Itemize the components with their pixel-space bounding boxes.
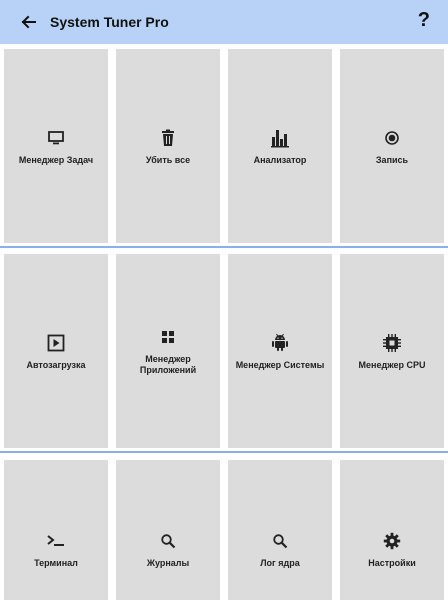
tile-row-1: Менеджер Задач Убить все Анализатор Запи… bbox=[0, 44, 448, 246]
app-title: System Tuner Pro bbox=[50, 14, 169, 30]
tile-label: Менеджер Задач bbox=[18, 154, 94, 165]
tile-label: Менеджер Системы bbox=[235, 359, 325, 370]
tile-app-manager[interactable]: Менеджер Приложений bbox=[116, 254, 220, 448]
record-icon bbox=[381, 127, 403, 149]
tile-cpu-manager[interactable]: Менеджер CPU bbox=[340, 254, 444, 448]
app-bar: System Tuner Pro ? bbox=[0, 0, 448, 44]
help-button[interactable]: ? bbox=[418, 9, 430, 32]
search-icon bbox=[269, 530, 291, 552]
cpu-chip-icon bbox=[381, 332, 403, 354]
tile-label: Журналы bbox=[146, 558, 190, 568]
tile-autostart[interactable]: Автозагрузка bbox=[4, 254, 108, 448]
arrow-left-icon bbox=[21, 15, 36, 29]
tile-row-2: Автозагрузка Менеджер Приложений Менедже… bbox=[0, 248, 448, 451]
tile-label: Убить все bbox=[145, 154, 191, 165]
tile-task-manager[interactable]: Менеджер Задач bbox=[4, 49, 108, 243]
bar-chart-icon bbox=[269, 127, 291, 149]
tile-settings[interactable]: Настройки bbox=[340, 460, 444, 600]
tile-record[interactable]: Запись bbox=[340, 49, 444, 243]
play-box-icon bbox=[45, 332, 67, 354]
tile-label: Настройки bbox=[368, 558, 416, 568]
tile-label: Лог ядра bbox=[260, 558, 300, 568]
tile-row-3: Терминал Журналы Лог ядра Настройки bbox=[0, 453, 448, 600]
android-icon bbox=[269, 332, 291, 354]
trash-icon bbox=[157, 127, 179, 149]
tile-system-manager[interactable]: Менеджер Системы bbox=[228, 254, 332, 448]
back-button[interactable] bbox=[14, 8, 42, 36]
monitor-icon bbox=[45, 127, 67, 149]
tile-logs[interactable]: Журналы bbox=[116, 460, 220, 600]
tile-label: Менеджер CPU bbox=[358, 359, 426, 370]
tile-kernel-log[interactable]: Лог ядра bbox=[228, 460, 332, 600]
tile-terminal[interactable]: Терминал bbox=[4, 460, 108, 600]
apps-grid-icon bbox=[157, 326, 179, 348]
tile-label: Менеджер Приложений bbox=[139, 354, 197, 375]
tile-kill-all[interactable]: Убить все bbox=[116, 49, 220, 243]
tile-label: Автозагрузка bbox=[26, 359, 86, 370]
tile-label: Анализатор bbox=[253, 154, 307, 165]
gear-icon bbox=[381, 530, 403, 552]
terminal-icon bbox=[45, 530, 67, 552]
search-icon bbox=[157, 530, 179, 552]
tile-analyzer[interactable]: Анализатор bbox=[228, 49, 332, 243]
tile-label: Запись bbox=[375, 154, 409, 165]
tile-label: Терминал bbox=[34, 558, 78, 568]
